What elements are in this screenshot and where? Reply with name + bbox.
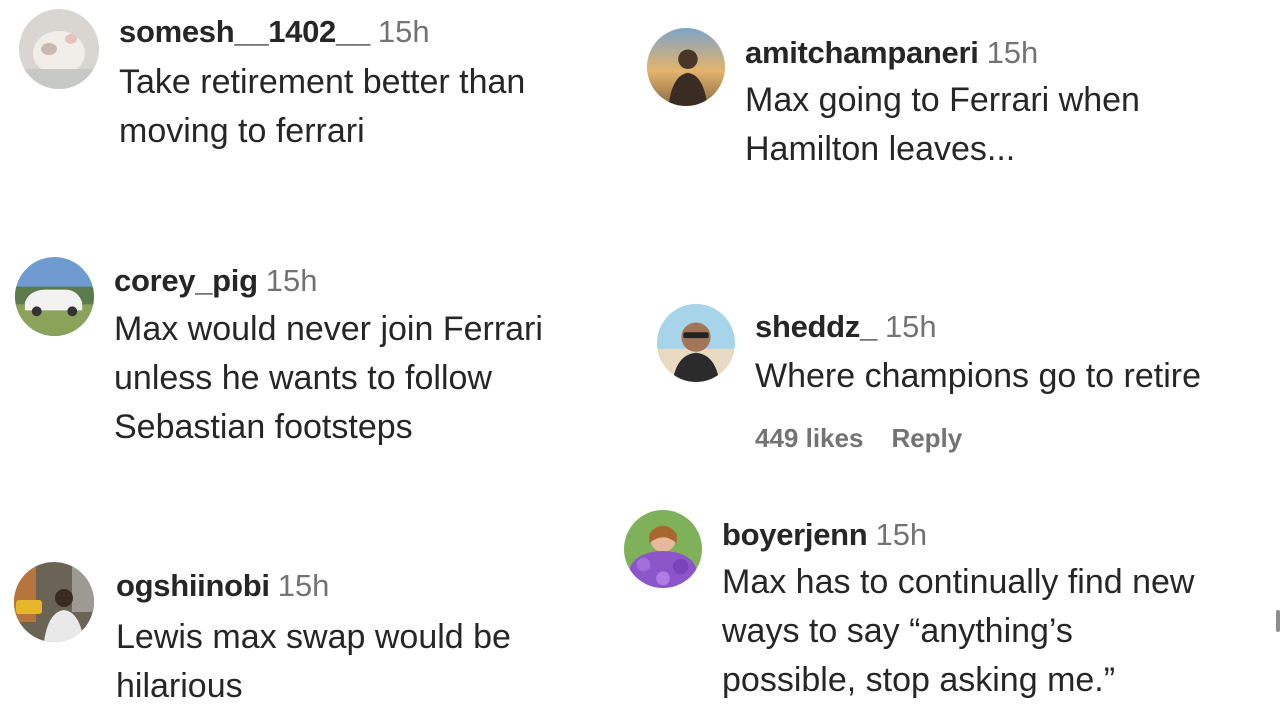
comment-actions: 449 likes Reply (755, 423, 962, 454)
comment-text: Max going to Ferrari when Hamilton leave… (745, 76, 1140, 174)
avatar-photo-icon (624, 510, 702, 588)
scrollbar-edge (1276, 610, 1280, 632)
comment-text: Where champions go to retire (755, 352, 1201, 401)
timestamp: 15h (884, 309, 937, 344)
avatar-photo-icon (647, 28, 725, 106)
comment-line: hilarious (116, 667, 243, 705)
username[interactable]: amitchampaneri (745, 35, 979, 70)
comment-line: Hamilton leaves... (745, 130, 1016, 168)
avatar[interactable] (15, 257, 94, 336)
comment-header: amitchampaneri 15h (745, 35, 1038, 71)
avatar[interactable] (624, 510, 702, 588)
comment-line: Max has to continually find new (722, 563, 1195, 601)
comment-header: sheddz_ 15h (755, 309, 937, 345)
comment-line: Lewis max swap would be (116, 618, 511, 656)
avatar[interactable] (14, 562, 94, 642)
timestamp: 15h (265, 263, 318, 298)
timestamp: 15h (986, 35, 1039, 70)
comment-header: corey_pig 15h (114, 263, 317, 299)
comment-text: Max would never join Ferrari unless he w… (114, 305, 543, 452)
comment-header: ogshiinobi 15h (116, 568, 329, 604)
timestamp: 15h (875, 517, 928, 552)
comment-text: Lewis max swap would be hilarious (116, 613, 511, 711)
comment-line: ways to say “anything’s (722, 612, 1073, 650)
username[interactable]: sheddz_ (755, 309, 877, 344)
comment-line: Take retirement better than (119, 63, 526, 101)
username[interactable]: boyerjenn (722, 517, 868, 552)
likes-count[interactable]: 449 likes (755, 423, 863, 453)
username[interactable]: ogshiinobi (116, 568, 270, 603)
reply-button[interactable]: Reply (891, 423, 962, 453)
avatar[interactable] (19, 9, 99, 89)
comment-line: Max would never join Ferrari (114, 310, 543, 348)
comment-line: possible, stop asking me.” (722, 661, 1116, 699)
timestamp: 15h (377, 14, 430, 49)
comment-text: Max has to continually find new ways to … (722, 558, 1194, 705)
avatar-photo-icon (657, 304, 735, 382)
comment-line: unless he wants to follow (114, 359, 492, 397)
avatar[interactable] (647, 28, 725, 106)
username[interactable]: corey_pig (114, 263, 258, 298)
avatar-photo-icon (19, 9, 99, 89)
avatar[interactable] (657, 304, 735, 382)
avatar-photo-icon (15, 257, 94, 336)
avatar-photo-icon (14, 562, 94, 642)
comment-header: boyerjenn 15h (722, 517, 927, 553)
username[interactable]: somesh__1402__ (119, 14, 370, 49)
comment-line: moving to ferrari (119, 112, 365, 150)
comment-line: Where champions go to retire (755, 357, 1201, 395)
comment-text: Take retirement better than moving to fe… (119, 58, 525, 156)
timestamp: 15h (277, 568, 330, 603)
comment-header: somesh__1402__ 15h (119, 14, 430, 50)
comment-line: Max going to Ferrari when (745, 81, 1140, 119)
comment-line: Sebastian footsteps (114, 408, 413, 446)
